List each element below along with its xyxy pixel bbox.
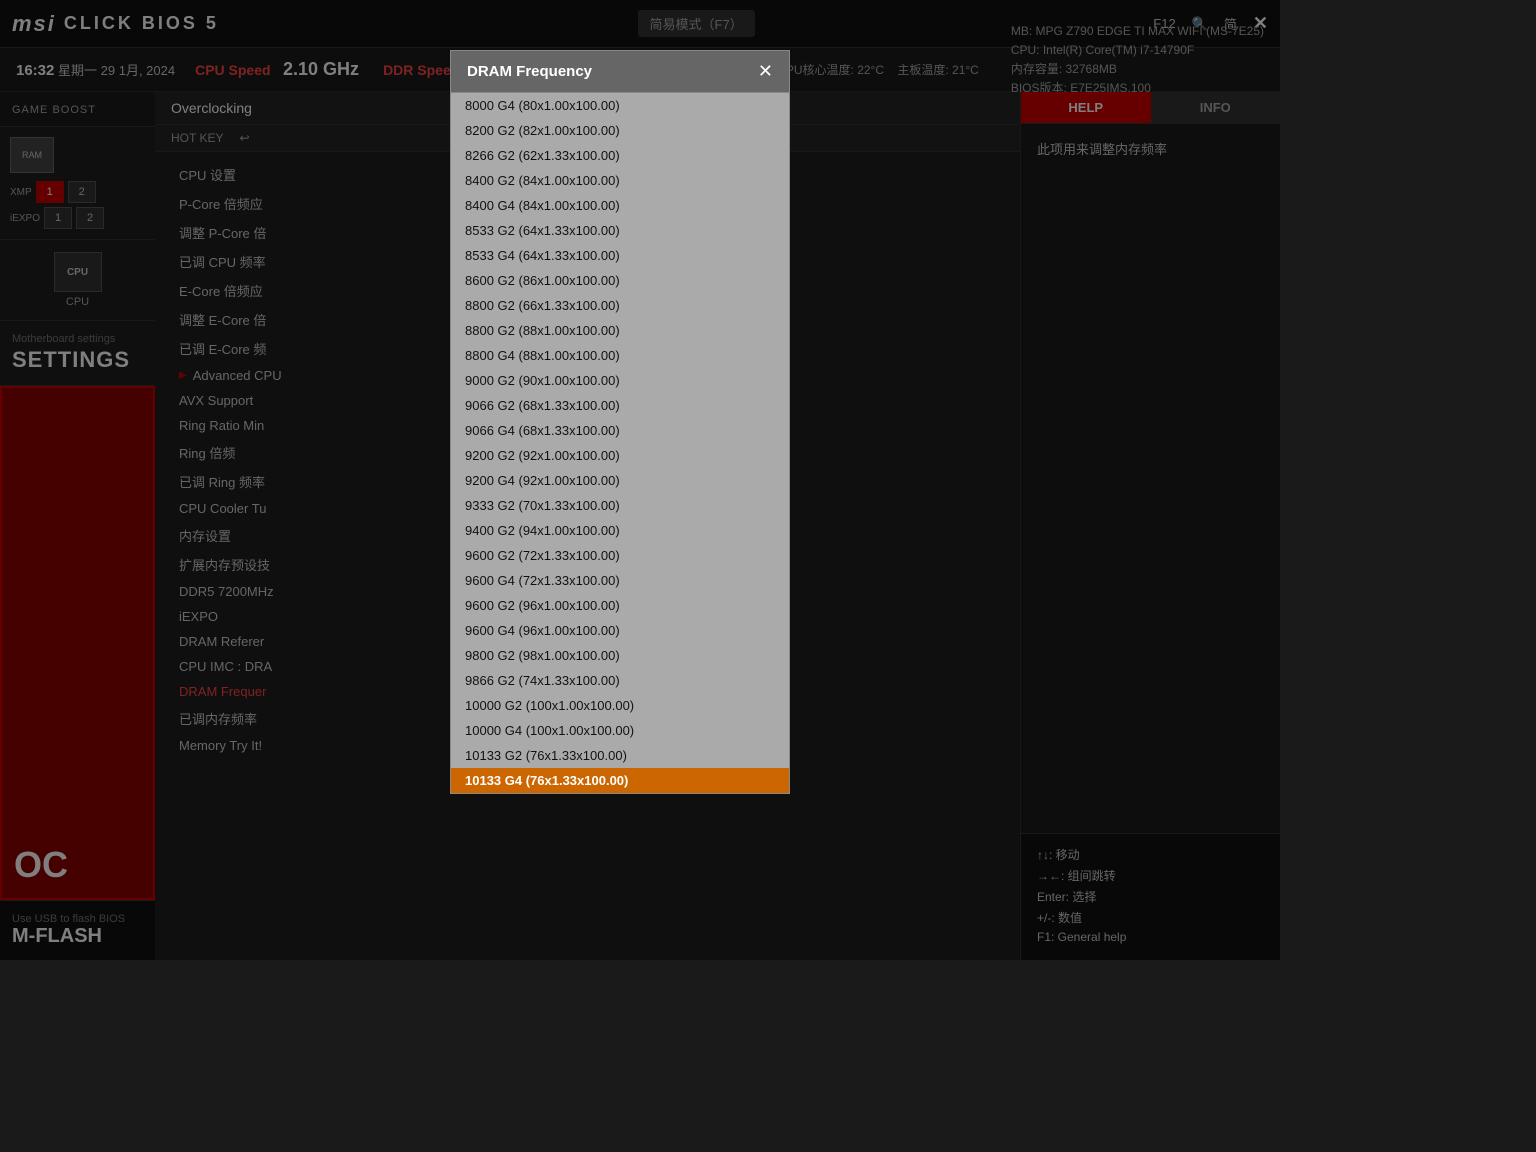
dram-item-1[interactable]: 8200 G2 (82x1.00x100.00) xyxy=(451,118,789,143)
dram-list[interactable]: 8000 G4 (80x1.00x100.00)8200 G2 (82x1.00… xyxy=(451,93,789,793)
dram-item-25[interactable]: 10000 G4 (100x1.00x100.00) xyxy=(451,718,789,743)
modal-overlay: DRAM Frequency ✕ 8000 G4 (80x1.00x100.00… xyxy=(0,0,1280,960)
dram-item-5[interactable]: 8533 G2 (64x1.33x100.00) xyxy=(451,218,789,243)
dram-item-12[interactable]: 9066 G2 (68x1.33x100.00) xyxy=(451,393,789,418)
dram-item-0[interactable]: 8000 G4 (80x1.00x100.00) xyxy=(451,93,789,118)
dram-item-8[interactable]: 8800 G2 (66x1.33x100.00) xyxy=(451,293,789,318)
dram-item-24[interactable]: 10000 G2 (100x1.00x100.00) xyxy=(451,693,789,718)
dram-item-11[interactable]: 9000 G2 (90x1.00x100.00) xyxy=(451,368,789,393)
dram-item-6[interactable]: 8533 G4 (64x1.33x100.00) xyxy=(451,243,789,268)
dram-item-9[interactable]: 8800 G2 (88x1.00x100.00) xyxy=(451,318,789,343)
dram-modal-title: DRAM Frequency xyxy=(467,63,592,80)
dram-item-7[interactable]: 8600 G2 (86x1.00x100.00) xyxy=(451,268,789,293)
dram-modal-header: DRAM Frequency ✕ xyxy=(451,51,789,93)
dram-item-3[interactable]: 8400 G2 (84x1.00x100.00) xyxy=(451,168,789,193)
dram-item-15[interactable]: 9200 G4 (92x1.00x100.00) xyxy=(451,468,789,493)
dram-modal-close-button[interactable]: ✕ xyxy=(758,61,773,82)
dram-item-18[interactable]: 9600 G2 (72x1.33x100.00) xyxy=(451,543,789,568)
dram-item-10[interactable]: 8800 G4 (88x1.00x100.00) xyxy=(451,343,789,368)
dram-item-20[interactable]: 9600 G2 (96x1.00x100.00) xyxy=(451,593,789,618)
dram-item-22[interactable]: 9800 G2 (98x1.00x100.00) xyxy=(451,643,789,668)
dram-item-17[interactable]: 9400 G2 (94x1.00x100.00) xyxy=(451,518,789,543)
dram-item-16[interactable]: 9333 G2 (70x1.33x100.00) xyxy=(451,493,789,518)
dram-item-23[interactable]: 9866 G2 (74x1.33x100.00) xyxy=(451,668,789,693)
dram-item-4[interactable]: 8400 G4 (84x1.00x100.00) xyxy=(451,193,789,218)
dram-item-2[interactable]: 8266 G2 (62x1.33x100.00) xyxy=(451,143,789,168)
dram-item-14[interactable]: 9200 G2 (92x1.00x100.00) xyxy=(451,443,789,468)
dram-item-27[interactable]: 10133 G4 (76x1.33x100.00) xyxy=(451,768,789,793)
dram-frequency-modal: DRAM Frequency ✕ 8000 G4 (80x1.00x100.00… xyxy=(450,50,790,794)
dram-item-21[interactable]: 9600 G4 (96x1.00x100.00) xyxy=(451,618,789,643)
dram-item-19[interactable]: 9600 G4 (72x1.33x100.00) xyxy=(451,568,789,593)
dram-item-26[interactable]: 10133 G2 (76x1.33x100.00) xyxy=(451,743,789,768)
dram-item-13[interactable]: 9066 G4 (68x1.33x100.00) xyxy=(451,418,789,443)
